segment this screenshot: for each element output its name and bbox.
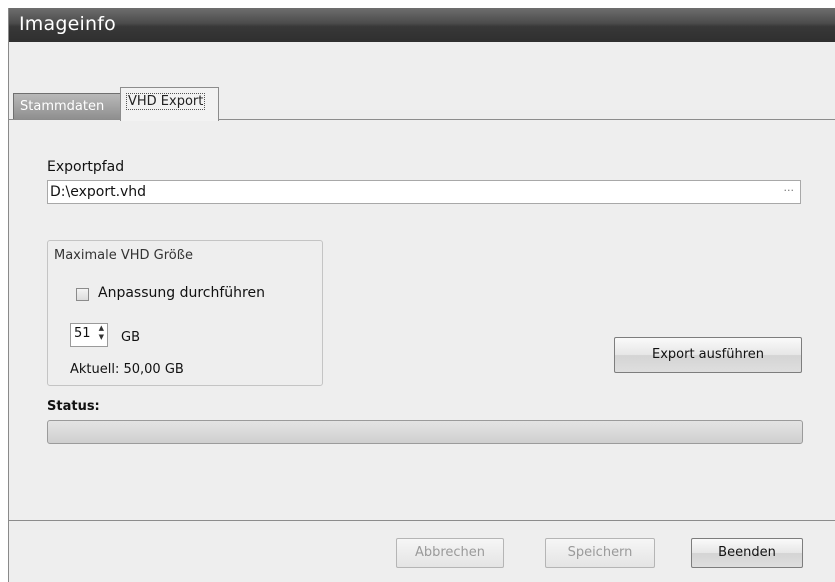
adjust-checkbox-label[interactable]: Anpassung durchführen — [98, 285, 265, 301]
title-bar[interactable]: Imageinfo — [9, 8, 835, 42]
status-label: Status: — [47, 399, 100, 414]
size-spinner[interactable]: 51 ▲ ▼ — [70, 323, 108, 347]
window-title: Imageinfo — [19, 13, 116, 35]
close-button[interactable]: Beenden — [691, 538, 803, 568]
export-path-input[interactable] — [50, 182, 750, 202]
save-button[interactable]: Speichern — [545, 538, 655, 568]
current-size-label: Aktuell: 50,00 GB — [70, 362, 184, 377]
browse-path-button[interactable]: ··· — [784, 184, 795, 197]
size-unit-label: GB — [121, 330, 140, 345]
status-progress-bar — [47, 420, 803, 444]
tab-stammdaten-label: Stammdaten — [20, 99, 105, 114]
imageinfo-window: Imageinfo Stammdaten VHD Export Exportpf… — [8, 8, 835, 582]
export-path-label: Exportpfad — [47, 159, 125, 175]
tab-vhd-export-label: VHD Export — [125, 93, 206, 110]
export-run-button[interactable]: Export ausführen — [614, 337, 802, 373]
spinner-arrows-icon[interactable]: ▲ ▼ — [99, 324, 104, 342]
export-path-field[interactable]: ··· — [47, 180, 801, 204]
adjust-checkbox[interactable] — [76, 288, 89, 301]
tab-vhd-export[interactable]: VHD Export — [120, 87, 219, 121]
size-spinner-value[interactable]: 51 — [74, 326, 91, 341]
max-vhd-size-title: Maximale VHD Größe — [54, 248, 193, 263]
cancel-button[interactable]: Abbrechen — [396, 538, 504, 568]
max-vhd-size-group: Maximale VHD Größe Anpassung durchführen… — [47, 240, 323, 386]
tab-stammdaten[interactable]: Stammdaten — [13, 93, 121, 120]
